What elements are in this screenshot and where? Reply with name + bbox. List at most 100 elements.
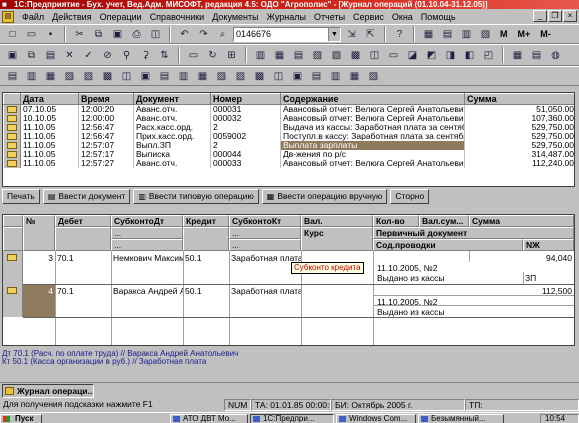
- operation-6-icon[interactable]: ▩: [99, 68, 116, 84]
- memory-plus-button[interactable]: M+: [514, 29, 535, 39]
- delete-icon[interactable]: ✕: [61, 47, 78, 63]
- journal-icon[interactable]: ▥: [252, 47, 269, 63]
- menu-help[interactable]: Помощь: [417, 12, 460, 22]
- document-system-menu-icon[interactable]: ▤: [2, 10, 14, 23]
- analysis-icon[interactable]: ◫: [366, 47, 383, 63]
- entries-col-cur-sum[interactable]: Вал.сум...: [419, 215, 469, 227]
- preview-icon[interactable]: ◫: [147, 26, 164, 42]
- filter-off-icon[interactable]: ⚳: [137, 47, 154, 63]
- properties-icon[interactable]: ▤: [42, 47, 59, 63]
- entries-col-num[interactable]: №: [23, 215, 55, 251]
- taskbar-item[interactable]: Безымянный...: [418, 414, 504, 423]
- table-row[interactable]: 11.10.05 12:57:27 Аванс.отч. 000033 Аван…: [3, 159, 574, 168]
- calendar-icon[interactable]: ▦: [420, 26, 437, 42]
- journal-col-document[interactable]: Документ: [133, 93, 211, 105]
- cash-icon[interactable]: ◩: [423, 47, 440, 63]
- new-folder-icon[interactable]: ▣: [4, 47, 21, 63]
- table-row[interactable]: 11.10.05 12:56:47 Прих.касс.орд. 0059002…: [3, 132, 574, 141]
- entries-col-qty[interactable]: Кол-во: [373, 215, 419, 227]
- menu-actions[interactable]: Действия: [48, 12, 95, 22]
- taskbar-item[interactable]: Windows Com...: [336, 414, 416, 423]
- save-icon[interactable]: ▪: [42, 26, 59, 42]
- journal-col-time[interactable]: Время: [78, 93, 134, 105]
- operation-10-icon[interactable]: ▥: [175, 68, 192, 84]
- balance-icon[interactable]: ▧: [309, 47, 326, 63]
- operation-19-icon[interactable]: ▦: [346, 68, 363, 84]
- find-binoculars-icon[interactable]: ⌕: [214, 26, 231, 42]
- entries-col-content[interactable]: Сод.проводки: [373, 239, 523, 251]
- turnover-icon[interactable]: ◪: [404, 47, 421, 63]
- operation-18-icon[interactable]: ▥: [327, 68, 344, 84]
- enter-typical-operation-button[interactable]: ▥ Ввести типовую операцию: [133, 189, 259, 204]
- print-icon[interactable]: ⎙: [128, 26, 145, 42]
- table-row[interactable]: 11.10.05 12:57:17 Выписка 000044 Дв-жени…: [3, 150, 574, 159]
- table-row[interactable]: 11.10.05 12:56:47 Расх.касс.орд. 2 Выдач…: [3, 123, 574, 132]
- operation-11-icon[interactable]: ▦: [194, 68, 211, 84]
- print-button[interactable]: Печать: [2, 189, 40, 204]
- book-icon[interactable]: ▥: [458, 26, 475, 42]
- entries-col-rate[interactable]: Курс: [301, 227, 373, 251]
- journal-col-content[interactable]: Содержание: [280, 93, 465, 105]
- start-button[interactable]: Пуск: [0, 414, 42, 423]
- menu-file[interactable]: Файл: [18, 12, 48, 22]
- operation-1-icon[interactable]: ▤: [4, 68, 21, 84]
- journal-table[interactable]: Дата Время Документ Номер Содержание Сум…: [2, 92, 575, 187]
- enter-document-button[interactable]: ▤ Ввести документ: [42, 189, 131, 204]
- cut-icon[interactable]: ✂: [71, 26, 88, 42]
- catalog-icon[interactable]: ▦: [509, 47, 526, 63]
- copy-icon[interactable]: ⧉: [90, 26, 107, 42]
- tab-journal-operations[interactable]: Журнал операци...: [2, 384, 94, 398]
- refresh-icon[interactable]: ↻: [204, 47, 221, 63]
- menu-reports[interactable]: Отчеты: [310, 12, 349, 22]
- interval-icon[interactable]: ▭: [185, 47, 202, 63]
- unpost-icon[interactable]: ⊘: [99, 47, 116, 63]
- copy-doc-icon[interactable]: ⧉: [23, 47, 40, 63]
- calculator-icon[interactable]: ▤: [439, 26, 456, 42]
- menu-journals[interactable]: Журналы: [263, 12, 310, 22]
- goods-icon[interactable]: ◧: [461, 47, 478, 63]
- chevron-down-icon[interactable]: ▼: [328, 27, 340, 41]
- card-icon[interactable]: ▭: [385, 47, 402, 63]
- notebook-icon[interactable]: ▧: [477, 26, 494, 42]
- open-folder-icon[interactable]: ▭: [23, 26, 40, 42]
- accounts-icon[interactable]: ▤: [290, 47, 307, 63]
- journal-col-sum[interactable]: Сумма: [464, 93, 574, 105]
- memory-button[interactable]: M: [496, 29, 512, 39]
- operation-13-icon[interactable]: ▨: [232, 68, 249, 84]
- operation-8-icon[interactable]: ▣: [137, 68, 154, 84]
- table-row-selected[interactable]: 11.10.05 12:57:07 Выпл.ЗП 2 Выплата зарп…: [3, 141, 574, 150]
- help-icon[interactable]: ?: [391, 26, 408, 42]
- find-next-icon[interactable]: ⇲: [343, 26, 360, 42]
- constants-icon[interactable]: ▤: [528, 47, 545, 63]
- minimize-icon[interactable]: _: [533, 10, 547, 22]
- taskbar-item-active[interactable]: 1С:Предпри...: [250, 414, 334, 423]
- menu-operations[interactable]: Операции: [96, 12, 146, 22]
- entries-col-subkonto-kt[interactable]: СубконтоКт: [229, 215, 301, 227]
- restore-icon[interactable]: ❐: [548, 10, 562, 22]
- search-input[interactable]: 0146676 ▼: [233, 26, 341, 42]
- menu-service[interactable]: Сервис: [349, 12, 388, 22]
- table-row[interactable]: 07.10.05 12:00:20 Аванс.отч. 000031 Аван…: [3, 104, 574, 114]
- operation-3-icon[interactable]: ▦: [42, 68, 59, 84]
- entries-col-subkonto-dt[interactable]: СубконтоДт: [111, 215, 183, 227]
- operation-9-icon[interactable]: ▤: [156, 68, 173, 84]
- structure-icon[interactable]: ⊞: [223, 47, 240, 63]
- paste-icon[interactable]: ▣: [109, 26, 126, 42]
- table-row[interactable]: 10.10.05 12:00:00 Аванс.отч. 000032 Аван…: [3, 114, 574, 123]
- filter-icon[interactable]: ⚲: [118, 47, 135, 63]
- redo-icon[interactable]: ↷: [195, 26, 212, 42]
- journal-col-number[interactable]: Номер: [210, 93, 281, 105]
- entries-col-currency[interactable]: Вал.: [301, 215, 373, 227]
- close-icon[interactable]: ×: [563, 10, 577, 22]
- enter-manual-operation-button[interactable]: ▦ Ввести операцию вручную: [261, 189, 388, 204]
- operation-16-icon[interactable]: ▣: [289, 68, 306, 84]
- entries-table[interactable]: № Дебет СубконтоДт Кредит СубконтоКт Вал…: [2, 214, 575, 346]
- chart-icon[interactable]: ▩: [347, 47, 364, 63]
- operation-17-icon[interactable]: ▤: [308, 68, 325, 84]
- bank-icon[interactable]: ◨: [442, 47, 459, 63]
- entries-col-sum[interactable]: Сумма: [469, 215, 574, 227]
- new-document-icon[interactable]: □: [4, 26, 21, 42]
- menu-windows[interactable]: Окна: [388, 12, 417, 22]
- taskbar-item[interactable]: АТО ДВТ Мо...: [170, 414, 248, 423]
- entries-icon[interactable]: ▦: [271, 47, 288, 63]
